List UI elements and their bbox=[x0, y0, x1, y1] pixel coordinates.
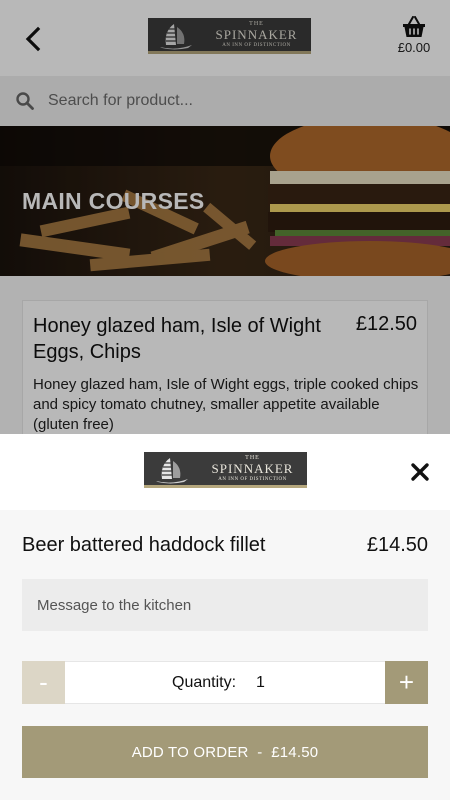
spinnaker-logo: THE SPINNAKER AN INN OF DISTINCTION bbox=[144, 452, 307, 488]
add-item-modal: THE SPINNAKER AN INN OF DISTINCTION Beer… bbox=[0, 434, 450, 800]
kitchen-message-input[interactable] bbox=[22, 579, 428, 631]
logo-name: SPINNAKER bbox=[211, 461, 294, 476]
decrease-quantity-button[interactable]: - bbox=[22, 661, 65, 704]
close-button[interactable] bbox=[410, 462, 430, 482]
close-icon bbox=[411, 463, 429, 481]
logo-tagline: AN INN OF DISTINCTION bbox=[218, 477, 287, 482]
add-to-order-button[interactable]: ADD TO ORDER - £14.50 bbox=[22, 726, 428, 778]
item-name: Beer battered haddock fillet bbox=[22, 534, 266, 556]
quantity-value: 1 bbox=[256, 674, 265, 691]
item-price: £14.50 bbox=[366, 534, 428, 556]
quantity-label: Quantity: bbox=[172, 674, 237, 691]
modal-header: THE SPINNAKER AN INN OF DISTINCTION bbox=[0, 434, 450, 510]
ship-logo-icon bbox=[156, 458, 188, 484]
quantity-stepper: - Quantity: 1 + bbox=[22, 661, 428, 704]
add-to-order-label: ADD TO ORDER - £14.50 bbox=[131, 743, 319, 761]
increase-quantity-button[interactable]: + bbox=[385, 661, 428, 704]
